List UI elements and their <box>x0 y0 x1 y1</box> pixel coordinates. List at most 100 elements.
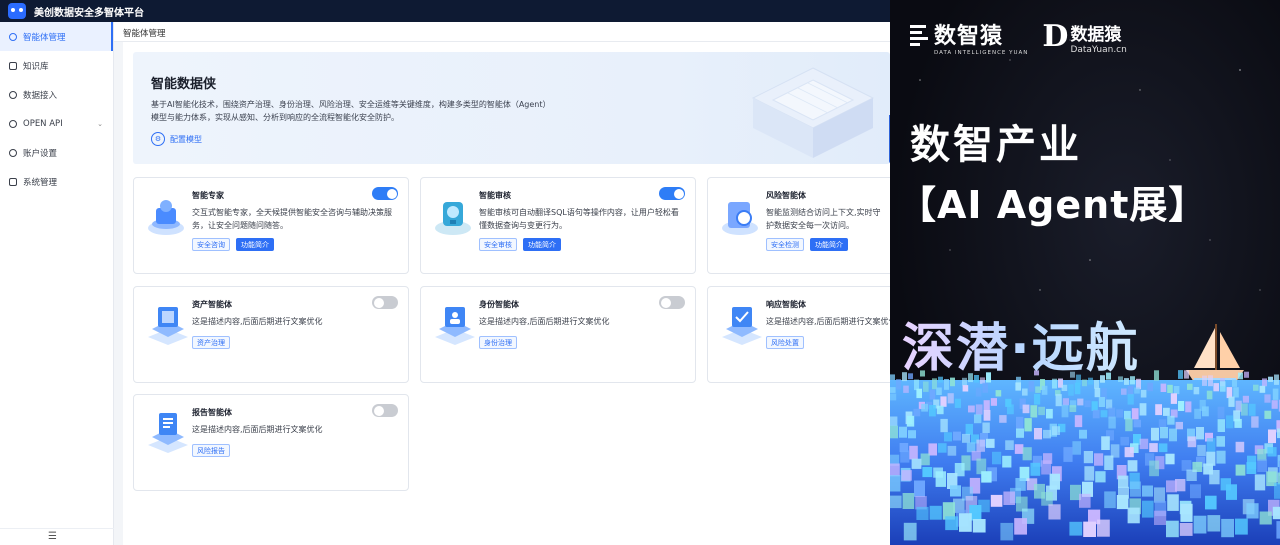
pixel-block <box>1022 388 1028 396</box>
pixel-block <box>947 445 957 456</box>
pixel-block <box>1024 418 1032 432</box>
pixel-block <box>1118 376 1123 382</box>
pixel-block <box>890 495 902 509</box>
agent-card-name: 报告智能体 <box>192 408 232 417</box>
function-intro-button[interactable]: 功能简介 <box>523 238 561 251</box>
pixel-block <box>1118 475 1129 488</box>
pixel-block <box>944 432 952 442</box>
agent-enable-toggle[interactable] <box>372 187 398 200</box>
pixel-block <box>1069 405 1077 412</box>
pixel-block <box>1221 518 1234 538</box>
pixel-block <box>1246 503 1259 519</box>
agent-enable-toggle[interactable] <box>659 187 685 200</box>
pixel-block <box>1139 403 1147 416</box>
pixel-block <box>1232 379 1237 387</box>
app-title: 美创数据安全多智体平台 <box>34 7 144 19</box>
sidebar-item-open-api[interactable]: OPEN API ⌄ <box>0 109 113 138</box>
agent-card-name: 身份智能体 <box>479 300 519 309</box>
agent-enable-toggle[interactable] <box>659 296 685 309</box>
pixel-block <box>974 375 979 383</box>
pixel-block <box>1274 482 1280 499</box>
agent-card-identity[interactable]: 身份智能体 这是描述内容,后面后期进行文案优化 身份治理 <box>420 286 696 383</box>
agent-card-description: 交互式智能专家，全天候提供智能安全咨询与辅助决策服务，让安全问题随问随答。 <box>192 208 392 230</box>
pixel-block <box>1052 378 1057 389</box>
pixel-block <box>913 408 921 417</box>
sidebar-item-account-settings[interactable]: 账户设置 <box>0 138 113 167</box>
pixel-block <box>1072 441 1081 455</box>
agent-card-risk[interactable]: 风险智能体 智能监测结合访问上下文,实时守护数据安全每一次访问。 安全检测 功能… <box>707 177 907 274</box>
pixel-block <box>1264 394 1271 403</box>
pixel-block <box>1097 519 1110 537</box>
agent-enable-toggle[interactable] <box>372 404 398 417</box>
agent-tag: 风险处置 <box>766 336 804 349</box>
agent-card-report[interactable]: 报告智能体 这是描述内容,后面后期进行文案优化 风险报告 <box>133 394 409 491</box>
brand1-subtitle: DATA INTELLIGENCE YUAN <box>934 50 1029 56</box>
pixel-block <box>1184 370 1189 379</box>
pixel-block <box>966 442 976 453</box>
pixel-block <box>1149 460 1159 477</box>
pixel-block <box>914 480 925 497</box>
sidebar-item-knowledge-base[interactable]: 知识库 <box>0 51 113 80</box>
config-model-button[interactable]: ⚙ 配置模型 <box>151 132 202 146</box>
pixel-block <box>1028 381 1035 392</box>
pixel-block <box>936 405 944 415</box>
pixel-block <box>1052 426 1060 435</box>
pixel-block <box>1127 507 1140 524</box>
pixel-block <box>1014 518 1027 535</box>
pixel-block <box>1160 383 1167 392</box>
pixel-block <box>1158 419 1167 428</box>
pixel-block <box>1074 415 1083 428</box>
brand2-url: DataYuan.cn <box>1070 44 1127 55</box>
pixel-block <box>1069 521 1083 536</box>
pixel-block <box>1155 404 1162 416</box>
pixel-block <box>1121 388 1127 395</box>
pixel-block <box>965 423 973 435</box>
sidebar-item-system-management[interactable]: 系统管理 <box>0 167 113 196</box>
function-intro-button[interactable]: 功能简介 <box>810 238 848 251</box>
pixel-block <box>890 416 898 426</box>
pixel-block <box>1165 453 1175 465</box>
pixel-block <box>1180 503 1193 522</box>
agent-card-audit[interactable]: 智能审核 智能审核可自动翻译SQL语句等操作内容，让用户轻松看懂数据查询与变更行… <box>420 177 696 274</box>
wrench-icon <box>9 177 17 186</box>
pixel-block <box>974 414 982 424</box>
pixel-block <box>1007 404 1014 415</box>
sidebar-item-agent-management[interactable]: 智能体管理 <box>0 22 113 51</box>
pixel-block <box>1127 394 1134 405</box>
agent-card-name: 智能专家 <box>192 191 224 200</box>
pixel-block <box>1158 443 1168 453</box>
audit-agent-icon <box>435 202 471 235</box>
pixel-block <box>1268 376 1273 382</box>
pixel-block <box>1046 408 1053 419</box>
brand-logo-1: 数智猿 DATA INTELLIGENCE YUAN <box>910 18 1028 56</box>
pixel-block <box>1106 399 1113 409</box>
pixel-block <box>899 426 907 438</box>
pixel-block <box>1062 398 1069 406</box>
agent-card-description: 这是描述内容,后面后期进行文案优化 <box>192 425 323 434</box>
pixel-block <box>1272 506 1280 520</box>
pixel-block <box>890 393 897 401</box>
pixel-block <box>975 404 983 415</box>
agent-tag: 安全审核 <box>479 238 517 251</box>
pixel-block <box>1035 386 1041 393</box>
pixel-block <box>916 388 922 399</box>
pixel-block <box>1235 518 1248 535</box>
pixel-block <box>1070 371 1075 378</box>
pixel-block <box>1216 450 1226 464</box>
agent-enable-toggle[interactable] <box>372 296 398 309</box>
agent-card-name: 智能审核 <box>479 191 511 200</box>
pixel-block <box>1134 387 1140 394</box>
agent-card-asset[interactable]: 资产智能体 这是描述内容,后面后期进行文案优化 资产治理 <box>133 286 409 383</box>
sidebar-item-data-access[interactable]: 数据接入 <box>0 80 113 109</box>
agent-card-response[interactable]: 响应智能体 这是描述内容,后面后期进行文案优化 风险处置 <box>707 286 907 383</box>
pixel-block <box>922 467 933 478</box>
pixel-block <box>1034 370 1039 376</box>
function-intro-button[interactable]: 功能简介 <box>236 238 274 251</box>
pixel-block <box>1091 401 1098 411</box>
agent-card-expert[interactable]: 智能专家 交互式智能专家，全天候提供智能安全咨询与辅助决策服务，让安全问题随问随… <box>133 177 409 274</box>
collapse-menu-icon[interactable]: ☰ <box>48 531 57 542</box>
pixel-block <box>1264 410 1272 419</box>
brand2-mark: D <box>1042 19 1069 54</box>
pixel-block <box>1169 428 1177 442</box>
pixel-block <box>1101 436 1110 450</box>
